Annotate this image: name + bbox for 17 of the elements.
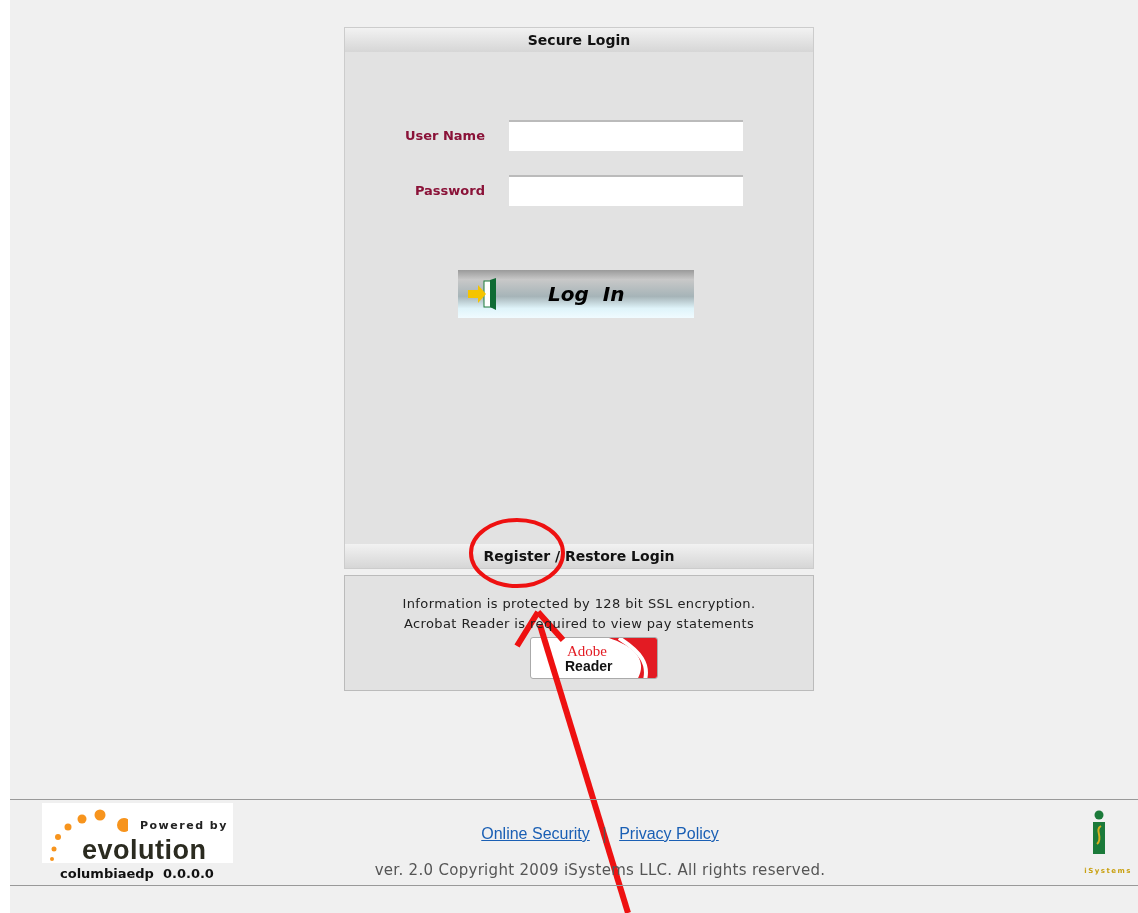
register-bar[interactable]: Register / Restore Login xyxy=(345,544,813,568)
separator: | xyxy=(601,823,608,845)
login-button[interactable]: Log In xyxy=(458,270,694,318)
username-field[interactable] xyxy=(509,120,743,151)
logo-tagline: Powered by xyxy=(140,818,228,834)
panel-title: Secure Login xyxy=(345,28,813,52)
field-label: Password xyxy=(413,181,485,200)
logo-wordmark: evolution xyxy=(82,834,207,867)
password-field[interactable] xyxy=(509,175,743,206)
footer-link[interactable]: Online Security xyxy=(481,822,590,846)
field-label: User Name xyxy=(403,126,485,145)
footer-link[interactable]: Privacy Policy xyxy=(619,822,719,846)
get-reader-badge[interactable]: Adobe Reader xyxy=(530,637,658,679)
site-id: columbiaedp 0.0.0.0 xyxy=(60,865,214,883)
product-text: Reader xyxy=(565,657,613,676)
brand-text: Adobe xyxy=(567,642,607,660)
info-text: Information is protected by 128 bit SSL encryption. xyxy=(402,595,756,613)
